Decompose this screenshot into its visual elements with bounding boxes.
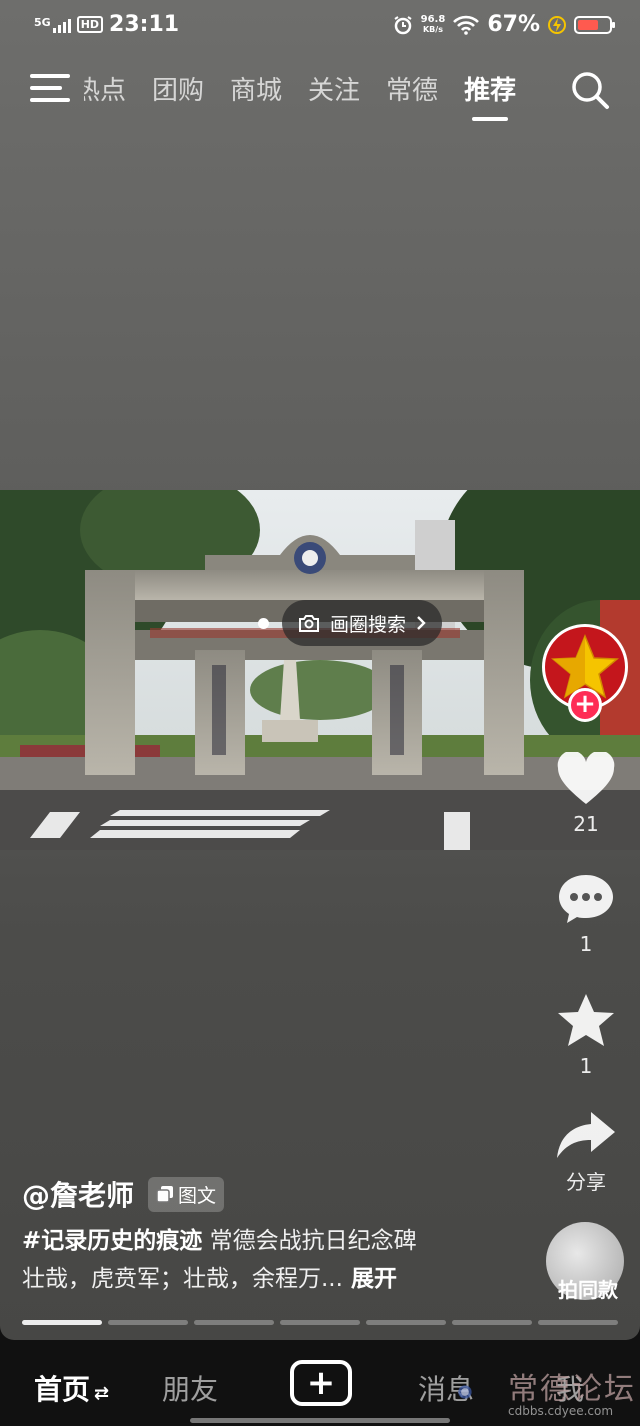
tab-recommend[interactable]: 推荐 xyxy=(464,70,516,121)
post-type-badge: 图文 xyxy=(148,1176,225,1212)
post-description[interactable]: #记录历史的痕迹 常德会战抗日纪念碑 壮哉，虎贲军；壮哉，余程万... 展开 xyxy=(22,1222,522,1298)
progress-segment xyxy=(366,1320,446,1325)
feed-tabs: 热点 团购 商城 关注 常德 推荐 xyxy=(84,70,516,121)
image-search-label: 画圈搜索 xyxy=(330,613,407,636)
feed-screen[interactable]: 5G HD 23:11 96.8 KB/s 67% 热点 团购 商城 关注 常德 xyxy=(0,0,640,1340)
signal-indicator: 5G xyxy=(34,17,71,33)
like-button[interactable]: 21 xyxy=(548,752,624,836)
desc-line-2-text: 壮哉，虎贲军；壮哉，余程万... xyxy=(22,1266,343,1292)
same-style-label[interactable]: 拍同款 xyxy=(548,1274,628,1303)
post-type-label: 图文 xyxy=(178,1184,217,1207)
tab-following[interactable]: 关注 xyxy=(308,70,360,107)
swap-icon: ⇄ xyxy=(94,1383,110,1404)
clock: 23:11 xyxy=(109,12,180,37)
follow-button[interactable]: + xyxy=(568,688,602,722)
tab-local[interactable]: 常德 xyxy=(386,70,438,107)
author-name[interactable]: @詹老师 xyxy=(22,1174,134,1214)
gallery-icon xyxy=(156,1186,174,1203)
watermark-text: 常德论坛 xyxy=(508,1372,636,1407)
tab-mall[interactable]: 商城 xyxy=(230,70,282,107)
nav-friends[interactable]: 朋友 xyxy=(162,1368,218,1408)
network-type: 5G xyxy=(34,15,51,29)
desc-line-2: 壮哉，虎贲军；壮哉，余程万... 展开 xyxy=(22,1260,522,1298)
create-post-button[interactable]: + xyxy=(290,1360,352,1406)
favorite-button[interactable]: 1 xyxy=(548,992,624,1078)
status-left: 5G HD 23:11 xyxy=(34,12,179,37)
forum-logo-watermark xyxy=(458,1385,472,1399)
plus-icon: + xyxy=(306,1363,336,1403)
progress-segment xyxy=(194,1320,274,1325)
speed-unit: KB/s xyxy=(422,24,443,34)
progress-segment xyxy=(538,1320,618,1325)
charging-icon xyxy=(548,15,566,34)
author-row: @詹老师 图文 xyxy=(22,1174,225,1214)
star-icon xyxy=(558,994,614,1046)
favorite-count: 1 xyxy=(579,1054,593,1078)
progress-segment xyxy=(22,1320,102,1325)
progress-segment xyxy=(280,1320,360,1325)
home-indicator[interactable] xyxy=(190,1418,450,1423)
comment-icon xyxy=(559,875,613,923)
image-progress-bar xyxy=(22,1320,618,1325)
image-search-button[interactable]: 画圈搜索 xyxy=(282,600,443,646)
speed-value: 96.8 xyxy=(420,13,446,25)
like-count: 21 xyxy=(573,812,599,836)
wifi-icon xyxy=(453,15,480,35)
battery-percent: 67% xyxy=(487,12,540,37)
share-icon xyxy=(557,1112,615,1158)
progress-segment xyxy=(452,1320,532,1325)
desc-line-1-text: 常德会战抗日纪念碑 xyxy=(202,1228,417,1254)
progress-segment xyxy=(108,1320,188,1325)
top-nav: 热点 团购 商城 关注 常德 推荐 xyxy=(0,66,640,126)
comment-count: 1 xyxy=(579,932,593,956)
nav-home-label: 首页 xyxy=(34,1373,91,1406)
camera-icon xyxy=(299,615,319,632)
share-button[interactable]: 分享 xyxy=(548,1110,624,1195)
carousel-dot xyxy=(258,618,269,629)
watermark-url: cdbbs.cdyee.com xyxy=(508,1404,614,1418)
battery-icon xyxy=(574,15,615,34)
status-right: 96.8 KB/s 67% xyxy=(393,12,615,37)
search-icon[interactable] xyxy=(570,70,610,110)
nav-home[interactable]: 首页 ⇄ xyxy=(34,1368,109,1408)
heart-icon xyxy=(557,752,615,804)
share-label: 分享 xyxy=(566,1170,606,1194)
signal-bars-icon xyxy=(52,17,71,33)
hashtag[interactable]: #记录历史的痕迹 xyxy=(22,1228,202,1254)
status-bar: 5G HD 23:11 96.8 KB/s 67% xyxy=(0,10,640,42)
expand-link[interactable]: 展开 xyxy=(343,1266,397,1292)
desc-line-1: #记录历史的痕迹 常德会战抗日纪念碑 xyxy=(22,1222,522,1260)
menu-icon[interactable] xyxy=(30,74,70,104)
hd-badge: HD xyxy=(76,16,104,33)
comment-button[interactable]: 1 xyxy=(548,872,624,956)
network-speed: 96.8 KB/s xyxy=(420,13,446,35)
tab-groupbuy[interactable]: 团购 xyxy=(152,70,204,107)
chevron-right-icon xyxy=(417,616,426,630)
alarm-icon xyxy=(394,15,412,34)
tab-hot[interactable]: 热点 xyxy=(84,70,126,107)
